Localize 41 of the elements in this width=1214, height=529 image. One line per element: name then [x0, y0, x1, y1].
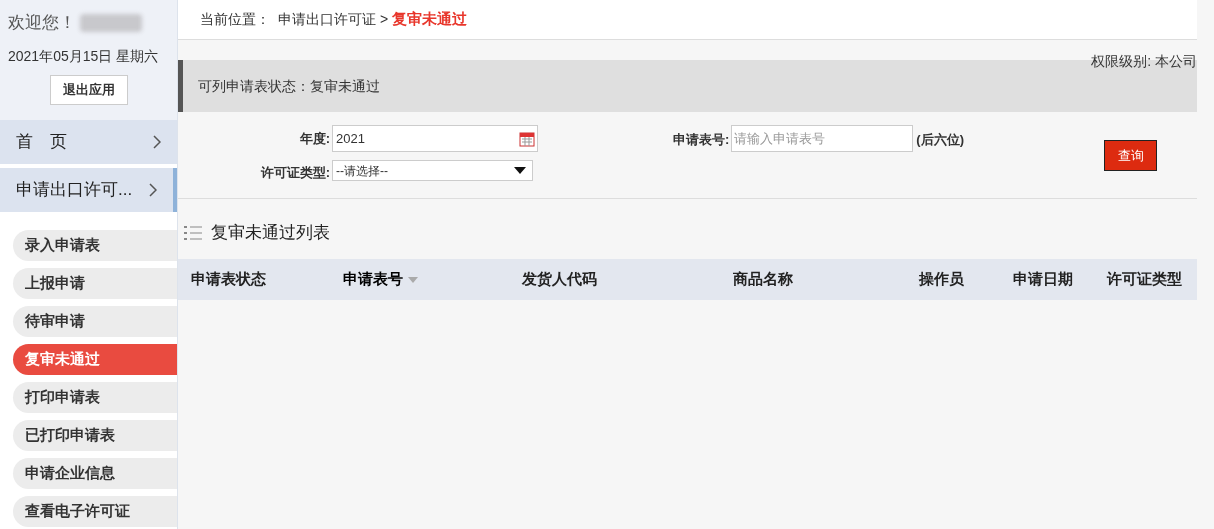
year-field[interactable]: 2021: [332, 125, 538, 152]
date-text: 2021年05月15日 星期六: [8, 46, 159, 66]
subnav-item[interactable]: 查看电子许可证: [13, 496, 177, 527]
blurred-username: [80, 13, 142, 32]
subnav-item[interactable]: 已打印申请表: [13, 420, 177, 451]
subnav-item[interactable]: 申请企业信息: [13, 458, 177, 489]
nav-item[interactable]: 申请出口许可...: [0, 168, 177, 212]
application-number-field[interactable]: 请输入申请表号: [731, 125, 914, 152]
license-type-label: 许可证类型:: [260, 163, 330, 182]
subnav-item[interactable]: 复审未通过: [13, 344, 177, 375]
license-type-select[interactable]: --请选择--: [332, 160, 533, 181]
list-icon: [184, 226, 202, 240]
calendar-icon: [519, 130, 535, 147]
column-header[interactable]: 申请日期: [1013, 268, 1107, 291]
subnav-item[interactable]: 待审申请: [13, 306, 177, 337]
subnav-item[interactable]: 打印申请表: [13, 382, 177, 413]
column-header[interactable]: 发货人代码: [522, 268, 733, 291]
application-number-label: 申请表号:: [673, 131, 730, 149]
nav-item[interactable]: 首 页: [0, 120, 177, 164]
number-hint: (后六位): [916, 131, 964, 149]
breadcrumb-separator: >: [380, 10, 389, 29]
column-header[interactable]: 申请表状态: [191, 268, 343, 291]
permission-text: 权限级别: 本公司: [1091, 52, 1197, 71]
subnav-item[interactable]: 上报申请: [13, 268, 177, 299]
year-label: 年度:: [299, 130, 330, 148]
chevron-icon: [149, 183, 157, 197]
dropdown-arrow-icon: [514, 167, 526, 174]
column-header[interactable]: 商品名称: [733, 268, 919, 291]
chevron-icon: [153, 135, 161, 149]
column-header[interactable]: 申请表号: [343, 268, 522, 291]
column-header[interactable]: 许可证类型: [1107, 268, 1195, 291]
subnav-item[interactable]: 录入申请表: [13, 230, 177, 261]
breadcrumb-link[interactable]: 申请出口许可证: [278, 9, 376, 30]
table-title: 复审未通过列表: [211, 222, 330, 245]
column-header[interactable]: 操作员: [919, 268, 1013, 291]
breadcrumb-label: 当前位置：: [200, 10, 270, 29]
sort-arrow-icon: [408, 276, 418, 283]
breadcrumb-current: 复审未通过: [392, 9, 468, 30]
query-button[interactable]: 查询: [1104, 140, 1157, 171]
logout-button[interactable]: 退出应用: [49, 74, 128, 105]
greeting: 欢迎您！: [8, 12, 76, 34]
